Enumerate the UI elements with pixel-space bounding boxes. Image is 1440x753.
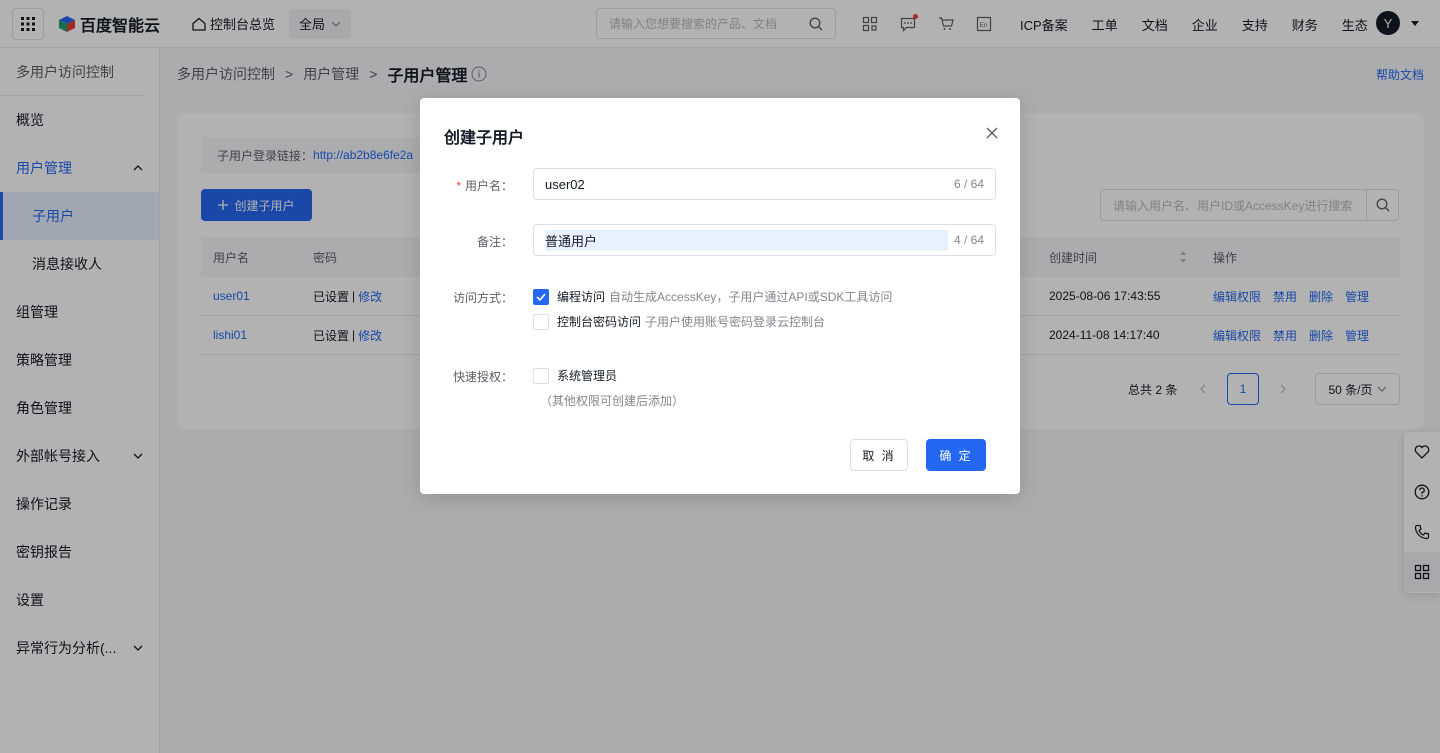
console-password-access-checkbox[interactable] [533,313,549,330]
remark-char-count: 4 / 64 [953,233,984,247]
quick-auth-hint: （其他权限可创建后添加） [540,394,685,408]
system-admin-checkbox[interactable] [533,367,549,384]
option-label: 控制台密码访问 [557,315,642,329]
username-label: * 用户名： [456,179,513,193]
username-char-count: 6 / 64 [953,177,984,191]
option-description: 子用户使用账号密码登录云控制台 [645,315,826,329]
programmatic-access-option[interactable]: 编程访问 自动生成AccessKey，子用户通过API或SDK工具访问 [533,288,892,305]
remark-value: 普通用户 [545,229,948,251]
remark-label: 备注： [476,235,513,249]
create-sub-user-dialog: 创建子用户 * 用户名： user02 6 / 64 备注： 普通用户 4 / 6… [420,98,1020,494]
remark-input[interactable]: 普通用户 4 / 64 [533,224,996,256]
programmatic-access-checkbox[interactable] [533,288,549,305]
option-label: 系统管理员 [557,369,618,383]
console-password-access-option[interactable]: 控制台密码访问 子用户使用账号密码登录云控制台 [533,313,825,330]
quick-auth-label: 快速授权： [452,370,513,384]
option-description: 自动生成AccessKey，子用户通过API或SDK工具访问 [609,290,893,304]
system-admin-option[interactable]: 系统管理员 [533,367,621,384]
checkmark-icon [536,292,546,301]
username-input[interactable]: user02 6 / 64 [533,168,996,200]
access-method-label: 访问方式： [452,291,513,305]
cancel-button[interactable]: 取 消 [850,439,908,471]
dialog-title: 创建子用户 [444,130,525,147]
close-icon[interactable] [984,125,1000,141]
username-value: user02 [545,176,585,192]
required-mark: * [456,179,461,193]
option-label: 编程访问 [557,290,606,304]
confirm-button[interactable]: 确 定 [926,439,986,471]
